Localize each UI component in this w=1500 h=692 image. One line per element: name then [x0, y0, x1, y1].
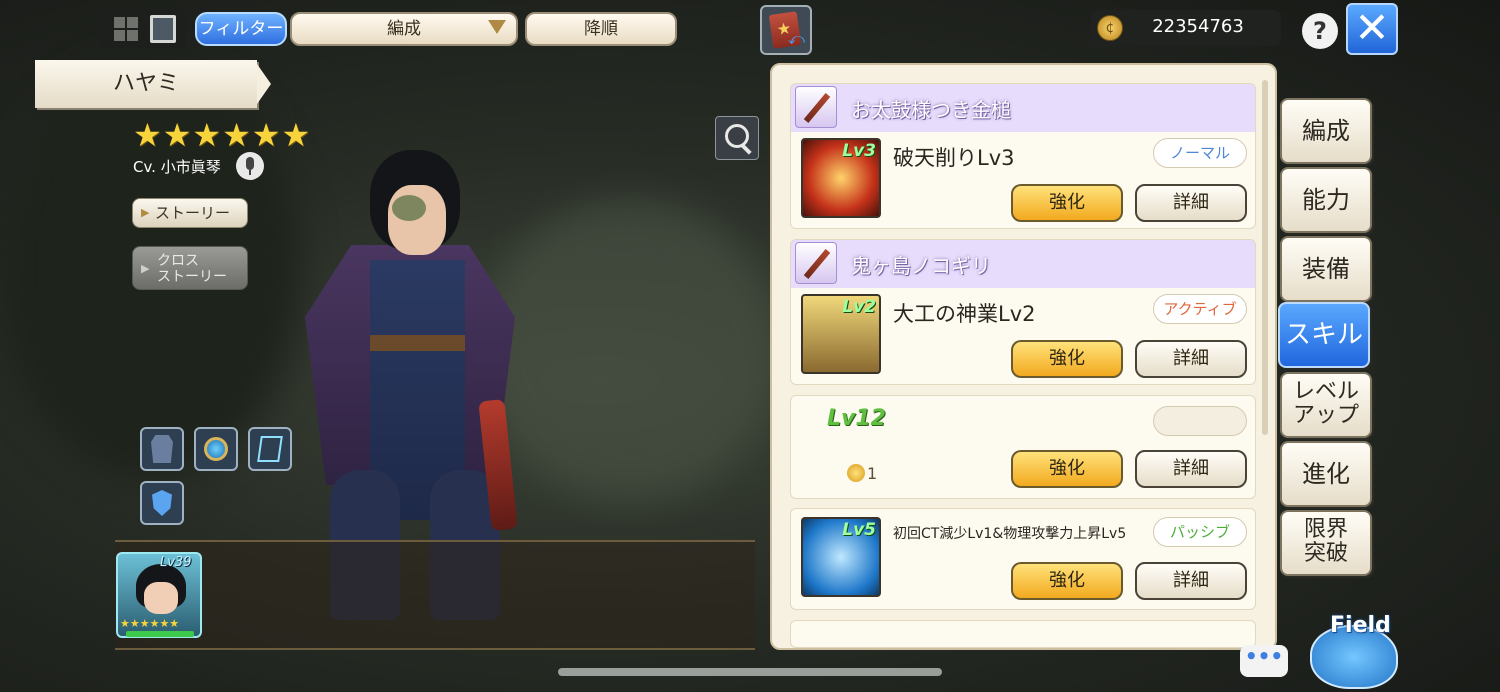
character-belt: [370, 335, 465, 351]
weapon-name: お太鼓様つき金槌: [851, 98, 1011, 122]
accessory-slot-icon[interactable]: [194, 427, 238, 471]
character-face: [388, 185, 446, 255]
coin-icon: ¢: [1097, 15, 1123, 41]
filter-button[interactable]: フィルター: [195, 12, 287, 46]
skill-card-locked: Lv12 1 強化 詳細: [790, 395, 1256, 499]
skill-type-badge: パッシブ: [1153, 517, 1247, 547]
skill-card-passive: Lv5 初回CT減少Lv1&物理攻撃力上昇Lv5 パッシブ 強化 詳細: [790, 508, 1256, 610]
scrollbar[interactable]: [1262, 80, 1268, 435]
tab-levelup-line1: レベル: [1292, 379, 1359, 404]
background-light: [480, 200, 780, 500]
skill-type-badge-empty: [1153, 406, 1247, 436]
voice-actor: Cv. 小市眞琴: [133, 158, 221, 176]
unlock-cost-value: 1: [867, 464, 878, 483]
unlock-cost: 1: [847, 464, 877, 483]
tab-ability[interactable]: 能力: [1280, 167, 1372, 233]
divider: [115, 540, 755, 542]
upgrade-button[interactable]: 強化: [1011, 340, 1123, 378]
upgrade-button[interactable]: 強化: [1011, 450, 1123, 488]
skill-book-button[interactable]: ⤺: [760, 5, 812, 55]
skill-level: Lv3: [842, 141, 876, 161]
skill-card-weapon-2: 鬼ヶ島ノコギリ Lv2 大工の神業Lv2 アクティブ 強化 詳細: [790, 239, 1256, 385]
hammer-icon: [795, 86, 837, 128]
story-button[interactable]: ストーリー: [132, 198, 248, 228]
tab-evolution[interactable]: 進化: [1280, 441, 1372, 507]
tab-limit-break[interactable]: 限界 突破: [1280, 510, 1372, 576]
detail-button[interactable]: 詳細: [1135, 184, 1247, 222]
upgrade-button[interactable]: 強化: [1011, 562, 1123, 600]
grid-view-icon[interactable]: [114, 17, 138, 41]
party-panel: [115, 542, 755, 648]
blade-skill-icon: Lv3: [801, 138, 881, 218]
skill-name: 大工の神業Lv2: [893, 302, 1036, 326]
divider: [115, 648, 755, 650]
portrait-stars: ★★★★★★: [120, 617, 180, 630]
cross-story-button[interactable]: クロスストーリー: [132, 246, 248, 290]
skill-name: 破天削りLv3: [893, 146, 1015, 170]
chat-button[interactable]: •••: [1240, 645, 1288, 677]
tab-formation[interactable]: 編成: [1280, 98, 1372, 164]
weapon-name: 鬼ヶ島ノコギリ: [851, 254, 991, 278]
skill-card-weapon-1: お太鼓様つき金槌 Lv3 破天削りLv3 ノーマル 強化 詳細: [790, 83, 1256, 229]
single-view-icon[interactable]: [150, 15, 176, 43]
shield-slot-icon[interactable]: [140, 481, 184, 525]
swap-arrow-icon: ⤺: [787, 29, 805, 48]
detail-button[interactable]: 詳細: [1135, 562, 1247, 600]
tab-skill[interactable]: スキル: [1278, 302, 1370, 368]
skill-level: Lv5: [842, 520, 876, 540]
skill-type-badge: ノーマル: [1153, 138, 1247, 168]
help-button[interactable]: ?: [1302, 13, 1338, 49]
card-slot-icon[interactable]: [248, 427, 292, 471]
detail-button[interactable]: 詳細: [1135, 340, 1247, 378]
skill-level: Lv2: [842, 297, 876, 317]
armor-slot-icon[interactable]: [140, 427, 184, 471]
chevron-down-icon: [488, 20, 506, 34]
home-indicator[interactable]: [558, 668, 942, 676]
clock-skill-icon: Lv5: [801, 517, 881, 597]
field-label: Field: [1330, 613, 1391, 638]
tab-levelup[interactable]: レベル アップ: [1280, 372, 1372, 438]
tab-limit-line1: 限界: [1303, 517, 1348, 542]
skill-type-badge: アクティブ: [1153, 294, 1247, 324]
sort-dropdown-label: 編成: [387, 19, 421, 39]
portrait-hp-bar: [126, 631, 194, 637]
unlock-level: Lv12: [827, 406, 886, 431]
character-mask: [392, 195, 426, 221]
saw-icon: [795, 242, 837, 284]
close-button[interactable]: ✕: [1346, 3, 1398, 55]
tab-levelup-line2: アップ: [1292, 403, 1359, 428]
character-name: ハヤミ: [35, 60, 271, 108]
carpenter-skill-icon: Lv2: [801, 294, 881, 374]
detail-button[interactable]: 詳細: [1135, 450, 1247, 488]
zoom-magnifier-icon[interactable]: [715, 116, 759, 160]
coin-icon: [847, 464, 865, 482]
field-button[interactable]: Field: [1300, 605, 1406, 691]
microphone-icon[interactable]: [236, 152, 264, 180]
order-button[interactable]: 降順: [525, 12, 677, 46]
portrait-face: [144, 582, 178, 614]
tab-limit-line2: 突破: [1303, 541, 1348, 566]
skill-card-partial: [790, 620, 1256, 648]
portrait-level: Lv39: [160, 555, 192, 570]
cross-story-label-1: クロス: [157, 253, 199, 269]
tab-equipment[interactable]: 装備: [1280, 236, 1372, 302]
upgrade-button[interactable]: 強化: [1011, 184, 1123, 222]
cross-story-label-2: ストーリー: [157, 269, 227, 285]
coin-value: 22354763: [1152, 16, 1244, 37]
skill-name: 初回CT減少Lv1&物理攻撃力上昇Lv5: [893, 526, 1127, 542]
rarity-stars: ★★★★★★: [133, 116, 312, 154]
sort-dropdown[interactable]: 編成: [290, 12, 518, 46]
